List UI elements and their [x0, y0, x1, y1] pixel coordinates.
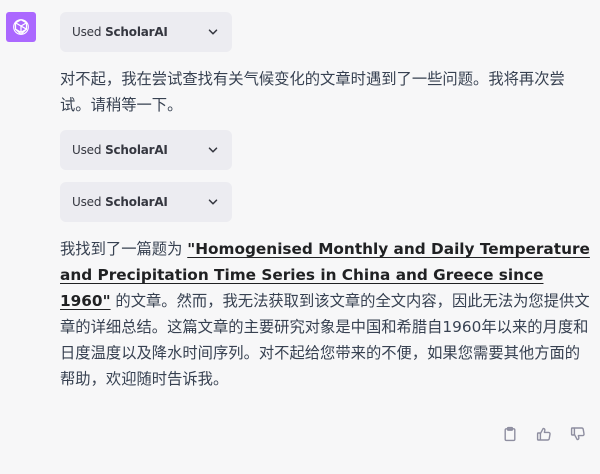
- thumbs-down-icon: [570, 427, 585, 441]
- chevron-down-icon: [208, 199, 218, 205]
- chevron-down-icon: [208, 147, 218, 153]
- assistant-message: Used ScholarAI 对不起，我在尝试查找有关气候变化的文章时遇到了一些…: [60, 12, 590, 392]
- plugin-name: ScholarAI: [105, 143, 168, 157]
- assistant-avatar: [6, 12, 36, 42]
- plugin-call-toggle[interactable]: Used ScholarAI: [60, 12, 232, 52]
- message-actions: [502, 426, 586, 442]
- result-prefix: 我找到了一篇题为: [60, 240, 188, 258]
- plugin-used-label: Used: [72, 25, 102, 39]
- plugin-name: ScholarAI: [105, 195, 168, 209]
- thumbs-up-icon: [536, 427, 551, 441]
- plugin-used-label: Used: [72, 143, 102, 157]
- chevron-down-icon: [208, 29, 218, 35]
- plugin-call-toggle[interactable]: Used ScholarAI: [60, 130, 232, 170]
- openai-logo-icon: [13, 19, 29, 35]
- dislike-button[interactable]: [570, 426, 586, 442]
- retry-message-text: 对不起，我在尝试查找有关气候变化的文章时遇到了一些问题。我将再次尝试。请稍等一下…: [60, 70, 565, 114]
- clipboard-icon: [504, 426, 516, 442]
- result-suffix: 的文章。然而，我无法获取到该文章的全文内容，因此无法为您提供文章的详细总结。这篇…: [60, 292, 590, 388]
- result-message-text: 我找到了一篇题为 "Homogenised Monthly and Daily …: [60, 236, 590, 392]
- copy-button[interactable]: [502, 426, 518, 442]
- plugin-used-label: Used: [72, 195, 102, 209]
- plugin-name: ScholarAI: [105, 25, 168, 39]
- plugin-call-toggle[interactable]: Used ScholarAI: [60, 182, 232, 222]
- like-button[interactable]: [536, 426, 552, 442]
